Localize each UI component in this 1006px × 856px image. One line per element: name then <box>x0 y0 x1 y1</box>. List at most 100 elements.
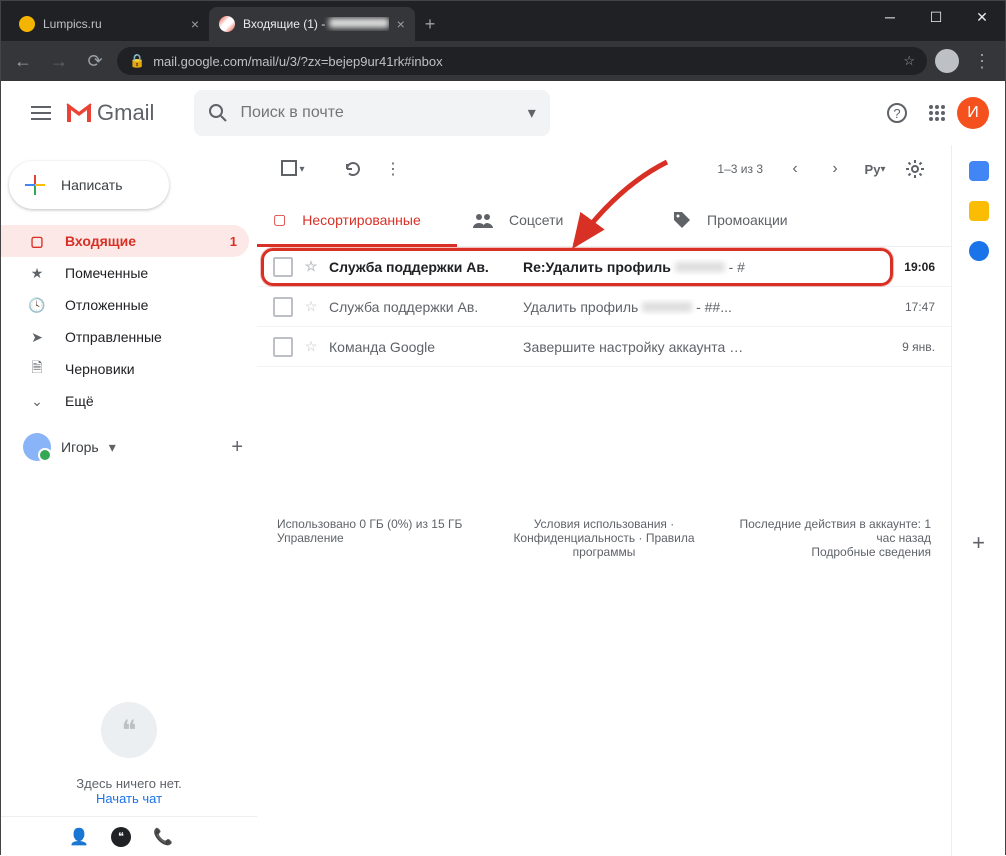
profile-avatar-icon[interactable] <box>935 49 959 73</box>
footer: Использовано 0 ГБ (0%) из 15 ГБ Управлен… <box>257 487 951 589</box>
keep-addon-icon[interactable] <box>969 201 989 221</box>
browser-tab[interactable]: Lumpics.ru × <box>9 7 209 41</box>
plus-icon <box>23 173 47 197</box>
hangouts-user[interactable]: Игорь ▾ + <box>1 425 257 469</box>
prev-page-button[interactable]: ‹ <box>775 149 815 189</box>
main-panel: ▾ ⋮ 1–3 из 3 ‹ › Ру▾ <box>257 145 951 856</box>
tab-label: Соцсети <box>509 212 563 228</box>
row-checkbox[interactable] <box>273 337 293 357</box>
window-close-button[interactable]: ✕ <box>959 1 1005 33</box>
phone-icon[interactable]: 📞 <box>145 819 181 855</box>
email-subject: Re:Удалить профиль - # <box>523 259 867 275</box>
star-icon[interactable]: ☆ <box>301 258 321 275</box>
people-icon <box>473 212 493 228</box>
sidebar-item-more[interactable]: ⌄ Ещё <box>1 385 249 417</box>
chevron-down-icon: ⌄ <box>27 393 47 410</box>
sidebar-item-sent[interactable]: ➤ Отправленные <box>1 321 249 353</box>
compose-label: Написать <box>61 177 122 193</box>
hangouts-empty-text: Здесь ничего нет. <box>21 776 237 791</box>
email-subject: Завершите настройку аккаунта … <box>523 339 867 355</box>
search-dropdown-icon[interactable]: ▾ <box>528 103 536 123</box>
svg-text:?: ? <box>893 106 900 121</box>
tab-title: Входящие (1) - <box>243 17 389 31</box>
support-button[interactable]: ? <box>877 93 917 133</box>
gmail-header: Gmail ▾ ? И <box>1 81 1005 145</box>
chats-icon[interactable]: ❝ <box>103 819 139 855</box>
sidebar-item-inbox[interactable]: ▢ Входящие 1 <box>1 225 249 257</box>
tab-promotions[interactable]: Промоакции <box>657 193 857 246</box>
sidebar-item-label: Входящие <box>65 233 136 249</box>
row-checkbox[interactable] <box>273 297 293 317</box>
refresh-button[interactable] <box>333 149 373 189</box>
address-bar[interactable]: 🔒 mail.google.com/mail/u/3/?zx=bejep9ur4… <box>117 47 927 75</box>
start-chat-link[interactable]: Начать чат <box>96 791 162 806</box>
email-row[interactable]: ☆Команда GoogleЗавершите настройку аккау… <box>257 327 951 367</box>
account-avatar[interactable]: И <box>957 97 989 129</box>
mail-toolbar: ▾ ⋮ 1–3 из 3 ‹ › Ру▾ <box>257 145 951 193</box>
sidebar: Написать ▢ Входящие 1 ★ Помеченные 🕓 Отл… <box>1 145 257 856</box>
close-tab-icon[interactable]: × <box>397 16 405 32</box>
sidebar-item-drafts[interactable]: 🗎 Черновики <box>1 353 249 385</box>
sidebar-item-label: Отложенные <box>65 297 148 313</box>
email-row[interactable]: ☆ Служба поддержки Ав. Re:Удалить профиль … <box>257 247 951 287</box>
side-panel: + <box>951 145 1005 856</box>
user-dropdown-icon[interactable]: ▾ <box>109 439 116 456</box>
terms-text[interactable]: Условия использования · Конфиденциальнос… <box>502 517 707 559</box>
sidebar-item-label: Ещё <box>65 393 94 409</box>
activity-details-link[interactable]: Подробные сведения <box>811 545 931 559</box>
search-box[interactable]: ▾ <box>194 90 549 136</box>
browser-toolbar: ← → ⟳ 🔒 mail.google.com/mail/u/3/?zx=bej… <box>1 41 1005 81</box>
next-page-button[interactable]: › <box>815 149 855 189</box>
tab-label: Промоакции <box>707 212 788 228</box>
close-tab-icon[interactable]: × <box>191 16 199 32</box>
gmail-favicon-icon <box>219 16 235 32</box>
email-subject: Удалить профиль - ##... <box>523 299 867 315</box>
sidebar-item-snoozed[interactable]: 🕓 Отложенные <box>1 289 249 321</box>
inbox-count: 1 <box>230 234 237 249</box>
lock-icon: 🔒 <box>129 53 145 69</box>
window-maximize-button[interactable]: ☐ <box>913 1 959 33</box>
row-checkbox[interactable] <box>273 257 293 277</box>
email-time: 19:06 <box>875 260 935 274</box>
browser-tab-active[interactable]: Входящие (1) - × <box>209 7 415 41</box>
pagination-range: 1–3 из 3 <box>717 162 763 176</box>
contacts-icon[interactable]: 👤 <box>61 819 97 855</box>
star-icon[interactable]: ☆ <box>301 338 321 355</box>
tag-icon <box>673 211 691 229</box>
tab-primary[interactable]: ▢ Несортированные <box>257 193 457 246</box>
email-row[interactable]: ☆Служба поддержки Ав.Удалить профиль - #… <box>257 287 951 327</box>
calendar-addon-icon[interactable] <box>969 161 989 181</box>
gmail-logo[interactable]: Gmail <box>65 100 154 126</box>
window-minimize-button[interactable]: ─ <box>867 1 913 33</box>
tasks-addon-icon[interactable] <box>969 241 989 261</box>
favicon-icon <box>19 16 35 32</box>
select-all-checkbox[interactable]: ▾ <box>273 149 313 189</box>
bookmark-star-icon[interactable]: ☆ <box>903 53 915 69</box>
new-tab-button[interactable]: + <box>415 8 446 41</box>
addons-plus-button[interactable]: + <box>972 530 985 556</box>
email-sender: Служба поддержки Ав. <box>329 259 515 275</box>
inbox-icon: ▢ <box>27 233 47 250</box>
back-button[interactable]: ← <box>9 47 37 75</box>
manage-storage-link[interactable]: Управление <box>277 531 344 545</box>
user-presence-icon <box>23 433 51 461</box>
search-input[interactable] <box>240 104 527 122</box>
tab-social[interactable]: Соцсети <box>457 193 657 246</box>
settings-button[interactable] <box>895 149 935 189</box>
star-icon[interactable]: ☆ <box>301 298 321 315</box>
send-icon: ➤ <box>27 329 47 346</box>
new-chat-button[interactable]: + <box>231 436 243 459</box>
star-icon: ★ <box>27 265 47 282</box>
main-menu-button[interactable] <box>17 89 65 137</box>
compose-button[interactable]: Написать <box>9 161 169 209</box>
input-tools-button[interactable]: Ру▾ <box>855 149 895 189</box>
storage-text: Использовано 0 ГБ (0%) из 15 ГБ <box>277 517 482 531</box>
apps-grid-button[interactable] <box>917 93 957 133</box>
reload-button[interactable]: ⟳ <box>81 47 109 75</box>
hangouts-bottombar: 👤 ❝ 📞 <box>1 816 257 856</box>
hangouts-quote-icon: ❝ <box>101 702 157 758</box>
browser-menu-button[interactable]: ⋮ <box>967 51 997 72</box>
sidebar-item-starred[interactable]: ★ Помеченные <box>1 257 249 289</box>
forward-button[interactable]: → <box>45 47 73 75</box>
more-actions-button[interactable]: ⋮ <box>373 149 413 189</box>
